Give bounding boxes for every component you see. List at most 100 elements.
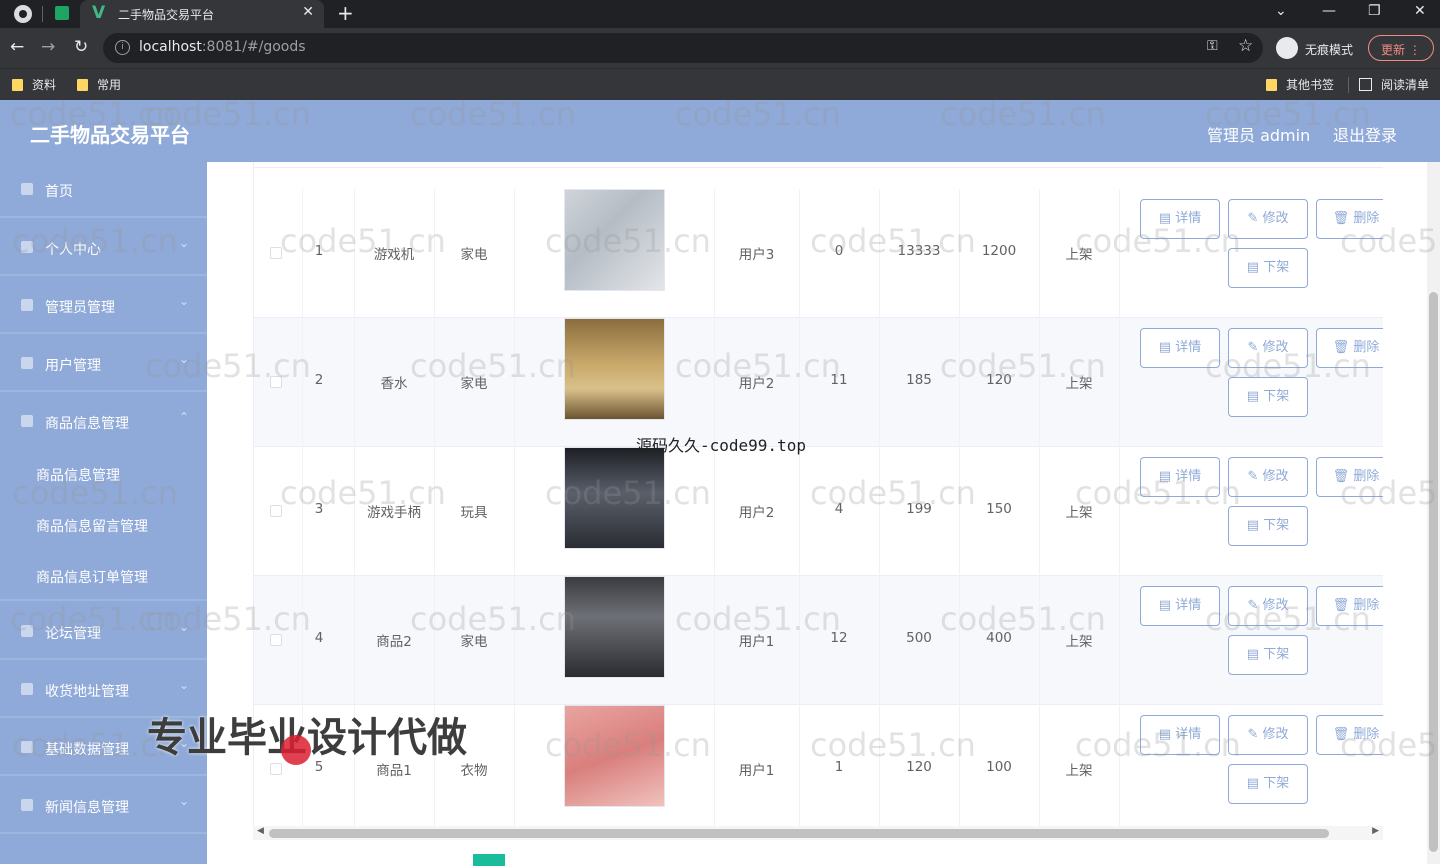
edit-icon: ✎ — [1247, 340, 1263, 355]
edit-button[interactable]: ✎ 修改 — [1228, 457, 1308, 497]
browser-tab-title: 二手物品交易平台 — [118, 8, 215, 22]
delete-label: 删除 — [1353, 727, 1380, 742]
horizontal-scrollbar[interactable]: ◀ ▶ — [253, 826, 1383, 840]
folder-icon — [1266, 79, 1277, 91]
cell-value: 4 — [834, 501, 844, 517]
offshelf-icon: ▤ — [1246, 389, 1264, 404]
delete-label: 删除 — [1353, 340, 1380, 355]
table-row: 1 游戏机 家电 用户3 0 13333 1200 上架 ▤ 详情 ✎ 修改 🗑 删除 ▤ 下架 — [254, 189, 1383, 318]
scrollbar-thumb[interactable] — [269, 829, 1329, 838]
goods-photo — [564, 705, 665, 807]
sheet-app-icon[interactable] — [55, 6, 69, 20]
column-divider — [514, 576, 515, 705]
info-icon[interactable]: i — [115, 40, 130, 55]
sidebar-subitem-label: 商品信息订单管理 — [36, 570, 148, 586]
vertical-scrollbar[interactable] — [1427, 162, 1440, 864]
row-checkbox[interactable] — [270, 505, 282, 517]
edit-button[interactable]: ✎ 修改 — [1228, 199, 1308, 239]
scrollbar-thumb[interactable] — [1429, 292, 1438, 852]
delete-button[interactable]: 🗑 删除 — [1316, 715, 1383, 755]
update-button[interactable]: 更新 ⋮ — [1368, 35, 1434, 61]
edit-button[interactable]: ✎ 修改 — [1228, 715, 1308, 755]
cell-goods-type: 家电 — [460, 247, 488, 263]
restore-button[interactable]: ❐ — [1368, 3, 1381, 19]
row-checkbox[interactable] — [270, 634, 282, 646]
bookmark-star-icon[interactable]: ☆ — [1238, 36, 1253, 56]
cell-goods-name: 商品2 — [376, 634, 412, 650]
minimize-button[interactable]: — — [1322, 3, 1336, 19]
edit-button[interactable]: ✎ 修改 — [1228, 328, 1308, 368]
cell-user: 用户1 — [738, 634, 775, 650]
detail-button[interactable]: ▤ 详情 — [1140, 715, 1220, 755]
app-header: 二手物品交易平台 管理员 admin 退出登录 — [0, 100, 1440, 162]
address-bar[interactable]: i localhost:8081/#/goods — [103, 33, 1263, 63]
tab-close-icon[interactable]: ✕ — [302, 4, 314, 20]
detail-icon: ▤ — [1158, 727, 1176, 742]
edit-label: 修改 — [1262, 598, 1289, 613]
back-button[interactable]: ← — [10, 37, 24, 57]
offshelf-button[interactable]: ▤ 下架 — [1228, 764, 1308, 804]
offshelf-button[interactable]: ▤ 下架 — [1228, 506, 1308, 546]
browser-globe-icon[interactable] — [14, 5, 32, 23]
delete-button[interactable]: 🗑 删除 — [1316, 199, 1383, 239]
scroll-left-icon[interactable]: ◀ — [257, 826, 264, 836]
edit-button[interactable]: ✎ 修改 — [1228, 586, 1308, 626]
new-tab-button[interactable]: + — [337, 1, 354, 25]
offshelf-button[interactable]: ▤ 下架 — [1228, 248, 1308, 288]
bookmark-folder-2[interactable]: 常用 — [77, 76, 121, 93]
bookmark-folder-1[interactable]: 资料 — [12, 76, 56, 93]
source-watermark-text: 源码久久-code99.top — [636, 436, 806, 455]
forward-button[interactable]: → — [41, 37, 55, 57]
sidebar-subitem-goods-orders[interactable]: 商品信息订单管理 — [0, 551, 207, 601]
delete-button[interactable]: 🗑 删除 — [1316, 457, 1383, 497]
tab-search-icon[interactable]: ⌄ — [1275, 3, 1287, 19]
sidebar-item-forum[interactable]: 论坛管理 ⌄ — [0, 604, 207, 660]
close-window-button[interactable]: ✕ — [1414, 3, 1426, 19]
edit-icon: ✎ — [1247, 469, 1263, 484]
scroll-right-icon[interactable]: ▶ — [1372, 826, 1379, 836]
detail-button[interactable]: ▤ 详情 — [1140, 199, 1220, 239]
cell-goods-type: 家电 — [460, 634, 488, 650]
browser-tab-active[interactable]: V 二手物品交易平台 ✕ — [80, 0, 324, 28]
row-checkbox[interactable] — [270, 376, 282, 388]
sidebar-item-users[interactable]: 用户管理 ⌄ — [0, 336, 207, 392]
column-divider — [302, 189, 303, 318]
offshelf-button[interactable]: ▤ 下架 — [1228, 635, 1308, 675]
sidebar-item-label: 管理员管理 — [45, 300, 115, 316]
sidebar-item-admins[interactable]: 管理员管理 ⌄ — [0, 278, 207, 334]
column-divider — [514, 447, 515, 576]
detail-button[interactable]: ▤ 详情 — [1140, 457, 1220, 497]
column-divider — [302, 447, 303, 576]
delete-button[interactable]: 🗑 删除 — [1316, 328, 1383, 368]
sidebar-item-home[interactable]: 首页 — [0, 162, 207, 218]
cell-index: 3 — [314, 501, 324, 517]
chevron-down-icon: ⌄ — [178, 294, 189, 308]
tab-separator — [42, 6, 43, 22]
pagination-current-page[interactable] — [473, 854, 505, 866]
row-checkbox[interactable] — [270, 247, 282, 259]
delete-icon: 🗑 — [1332, 598, 1354, 613]
logout-link[interactable]: 退出登录 — [1333, 122, 1397, 146]
sidebar-subitem-goods-comments[interactable]: 商品信息留言管理 — [0, 500, 207, 550]
sidebar-item-label: 新闻信息管理 — [45, 800, 129, 816]
reading-list[interactable]: 阅读清单 — [1359, 76, 1429, 93]
sidebar-item-news[interactable]: 新闻信息管理 ⌄ — [0, 778, 207, 834]
detail-button[interactable]: ▤ 详情 — [1140, 328, 1220, 368]
cell-status: 上架 — [1065, 634, 1093, 650]
goods-photo — [564, 189, 665, 291]
browser-toolbar: ← → ↻ i localhost:8081/#/goods ⚿ ☆ 无痕模式 … — [0, 28, 1440, 68]
delete-label: 删除 — [1353, 211, 1380, 226]
detail-icon: ▤ — [1158, 469, 1176, 484]
detail-button[interactable]: ▤ 详情 — [1140, 586, 1220, 626]
row-checkbox[interactable] — [270, 763, 282, 775]
sidebar-item-profile[interactable]: 个人中心 ⌄ — [0, 220, 207, 276]
key-icon[interactable]: ⚿ — [1207, 38, 1218, 54]
other-bookmarks[interactable]: 其他书签 — [1266, 76, 1334, 93]
sidebar-item-goods[interactable]: 商品信息管理 ⌃ — [0, 394, 207, 450]
incognito-icon[interactable] — [1276, 37, 1298, 59]
detail-label: 详情 — [1175, 727, 1202, 742]
sidebar-subitem-goods-info[interactable]: 商品信息管理 — [0, 449, 207, 499]
offshelf-button[interactable]: ▤ 下架 — [1228, 377, 1308, 417]
reload-button[interactable]: ↻ — [74, 37, 88, 57]
delete-button[interactable]: 🗑 删除 — [1316, 586, 1383, 626]
